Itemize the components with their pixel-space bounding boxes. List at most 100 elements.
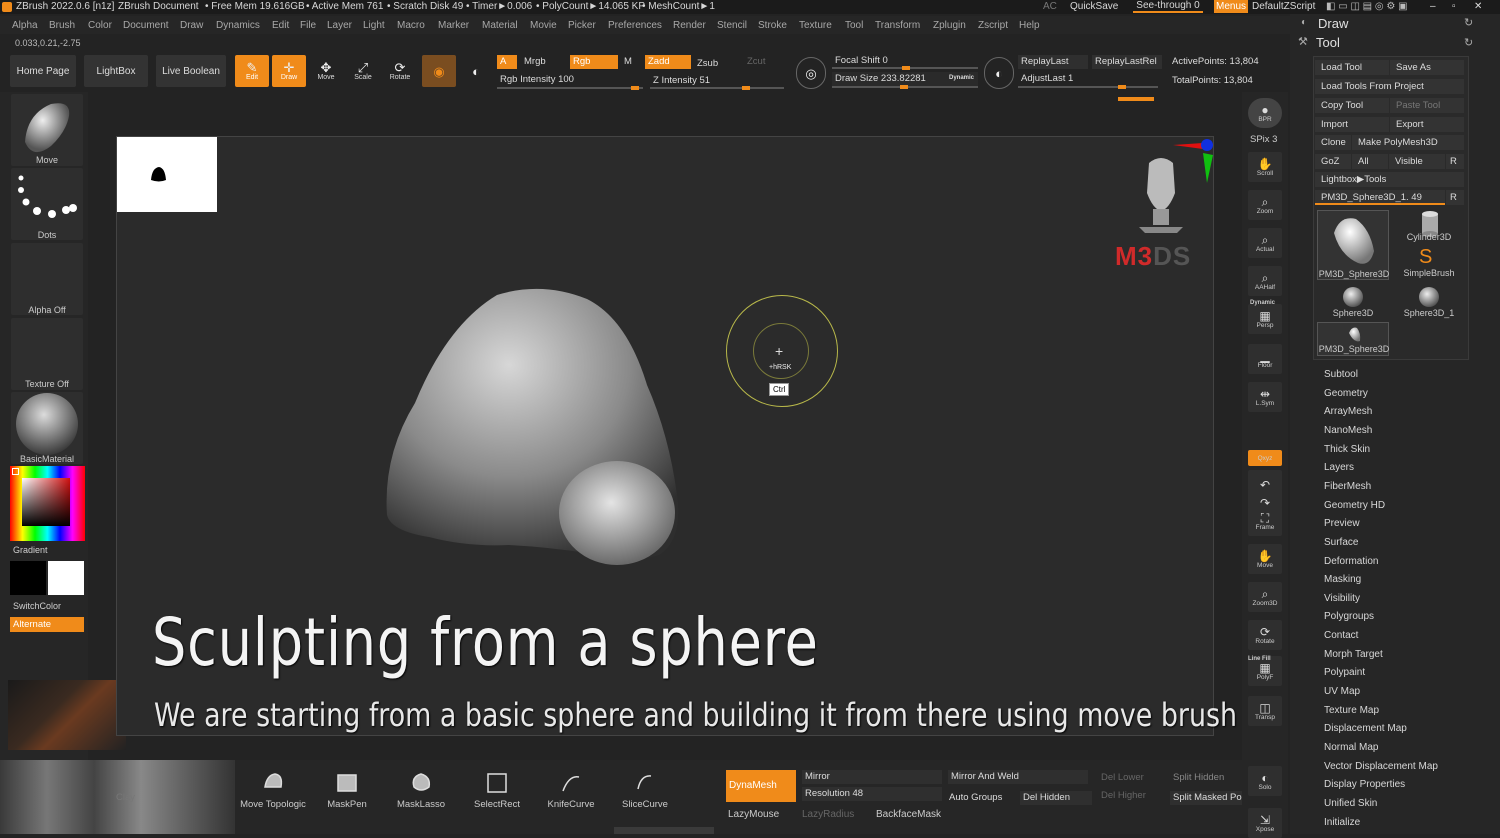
load-from-project-button[interactable]: Load Tools From Project bbox=[1315, 79, 1464, 94]
spix-slider[interactable]: SPix 3 bbox=[1250, 134, 1277, 145]
sphere-toggle-button[interactable]: ◐ bbox=[459, 55, 493, 87]
dynamic-toggle[interactable]: Dynamic bbox=[946, 71, 978, 85]
shelf-bpr[interactable]: ● BPR bbox=[1248, 98, 1282, 128]
menu-edit[interactable]: Edit bbox=[272, 20, 289, 31]
brush-masklasso[interactable]: MaskLasso bbox=[386, 766, 456, 810]
z-intensity-track[interactable] bbox=[650, 86, 784, 90]
see-through-slider[interactable]: See-through 0 bbox=[1133, 0, 1203, 13]
rgb-toggle[interactable]: Rgb bbox=[570, 55, 618, 69]
tool-menu-geometry-hd[interactable]: Geometry HD bbox=[1324, 500, 1385, 511]
dynamesh-button[interactable]: DynaMesh bbox=[726, 770, 796, 802]
shelf-transp[interactable]: ◫ Transp bbox=[1248, 696, 1282, 726]
tool-thumb-sphere3d[interactable]: Sphere3D bbox=[1317, 284, 1389, 318]
m-toggle[interactable]: M bbox=[621, 55, 641, 69]
brush-knifecurve[interactable]: KnifeCurve bbox=[536, 766, 606, 810]
draw-refresh-icon[interactable]: ↻ bbox=[1464, 16, 1473, 29]
tool-thumb-pm3d-sphere3d[interactable]: PM3D_Sphere3D bbox=[1317, 210, 1389, 280]
menu-alpha[interactable]: Alpha bbox=[12, 20, 38, 31]
menu-zscript[interactable]: Zscript bbox=[978, 20, 1008, 31]
bottom-scroll-handle[interactable] bbox=[614, 827, 714, 834]
menu-stroke[interactable]: Stroke bbox=[758, 20, 787, 31]
adjust-last-slider[interactable]: AdjustLast 1 bbox=[1018, 72, 1162, 86]
color-picker[interactable] bbox=[10, 466, 85, 541]
tool-menu-contact[interactable]: Contact bbox=[1324, 630, 1358, 641]
replay-icon[interactable]: ◐ bbox=[984, 57, 1014, 89]
primary-color-swatch[interactable] bbox=[10, 561, 46, 595]
resolution-slider[interactable]: Resolution 48 bbox=[802, 787, 942, 801]
load-tool-button[interactable]: Load Tool bbox=[1315, 60, 1389, 75]
brush-slicecurve[interactable]: SliceCurve bbox=[610, 766, 680, 810]
menu-brush[interactable]: Brush bbox=[49, 20, 75, 31]
tool-menu-subtool[interactable]: Subtool bbox=[1324, 369, 1358, 380]
draw-palette-header[interactable]: Draw bbox=[1318, 16, 1348, 31]
menu-help[interactable]: Help bbox=[1019, 20, 1040, 31]
menu-movie[interactable]: Movie bbox=[530, 20, 557, 31]
goz-r-button[interactable]: R bbox=[1446, 154, 1464, 169]
home-page-button[interactable]: Home Page bbox=[10, 55, 76, 87]
alternate-button[interactable]: Alternate bbox=[10, 617, 84, 632]
menu-dynamics[interactable]: Dynamics bbox=[216, 20, 260, 31]
layout-icons[interactable]: ◧ ▭ ◫ ▤ ◎ ⚙ ▣ bbox=[1326, 1, 1408, 12]
tool-menu-unified-skin[interactable]: Unified Skin bbox=[1324, 798, 1377, 809]
maximize-icon[interactable]: ▫ bbox=[1452, 1, 1456, 12]
menu-stencil[interactable]: Stencil bbox=[717, 20, 747, 31]
menu-tool[interactable]: Tool bbox=[845, 20, 863, 31]
line-fill-toggle[interactable]: Line Fill bbox=[1248, 656, 1271, 662]
current-tool-slider[interactable]: PM3D_Sphere3D_1. 49 bbox=[1315, 190, 1445, 205]
del-hidden-button[interactable]: Del Hidden bbox=[1020, 791, 1092, 805]
menu-file[interactable]: File bbox=[300, 20, 316, 31]
ac-button[interactable]: AC bbox=[1043, 1, 1057, 12]
split-hidden-button[interactable]: Split Hidden bbox=[1170, 771, 1240, 785]
mrgb-toggle[interactable]: Mrgb bbox=[521, 55, 565, 69]
auto-groups-button[interactable]: Auto Groups bbox=[946, 791, 1016, 805]
live-boolean-button[interactable]: Live Boolean bbox=[156, 55, 226, 87]
tool-thumb-sphere3d-1[interactable]: Sphere3D_1 bbox=[1393, 284, 1465, 318]
tool-menu-texture-map[interactable]: Texture Map bbox=[1324, 705, 1379, 716]
mirror-weld-button[interactable]: Mirror And Weld bbox=[948, 770, 1088, 784]
quicksave-button[interactable]: QuickSave bbox=[1070, 1, 1118, 12]
tool-menu-vector-displacement-map[interactable]: Vector Displacement Map bbox=[1324, 761, 1438, 772]
tool-menu-visibility[interactable]: Visibility bbox=[1324, 593, 1360, 604]
color-picker-cursor[interactable] bbox=[12, 468, 19, 475]
current-tool-r-button[interactable]: R bbox=[1446, 190, 1464, 205]
lightbox-tools-button[interactable]: Lightbox▶Tools bbox=[1315, 172, 1464, 187]
tool-menu-surface[interactable]: Surface bbox=[1324, 537, 1358, 548]
shelf-solo[interactable]: ◐ Solo bbox=[1248, 766, 1282, 796]
tool-menu-normal-map[interactable]: Normal Map bbox=[1324, 742, 1378, 753]
split-masked-button[interactable]: Split Masked Po bbox=[1170, 791, 1242, 805]
close-icon[interactable]: ✕ bbox=[1474, 1, 1482, 12]
adjust-last-track[interactable] bbox=[1018, 85, 1158, 89]
menu-light[interactable]: Light bbox=[363, 20, 385, 31]
material-swatch-button[interactable]: ◉ bbox=[422, 55, 456, 87]
dynamic-persp-toggle[interactable]: Dynamic bbox=[1250, 300, 1275, 306]
draw-button[interactable]: ✛ Draw bbox=[272, 55, 306, 87]
shelf-rotate[interactable]: ⟳ Rotate bbox=[1248, 620, 1282, 650]
make-polymesh-button[interactable]: Make PolyMesh3D bbox=[1352, 135, 1464, 150]
gradient-label[interactable]: Gradient bbox=[13, 545, 48, 555]
tool-menu-display-properties[interactable]: Display Properties bbox=[1324, 779, 1405, 790]
tool-menu-polypaint[interactable]: Polypaint bbox=[1324, 667, 1365, 678]
tool-thumb-pm3d-sphere3d-small[interactable]: PM3D_Sphere3D bbox=[1317, 322, 1389, 356]
replay-last-button[interactable]: ReplayLast bbox=[1018, 55, 1088, 69]
tool-menu-masking[interactable]: Masking bbox=[1324, 574, 1361, 585]
goz-all-button[interactable]: All bbox=[1352, 154, 1388, 169]
menu-document[interactable]: Document bbox=[123, 20, 169, 31]
backface-mask-button[interactable]: BackfaceMask bbox=[876, 809, 941, 820]
menu-transform[interactable]: Transform bbox=[875, 20, 920, 31]
brush-move-topologic[interactable]: Move Topologic bbox=[238, 766, 308, 810]
axis-gizmo-icon[interactable] bbox=[1169, 137, 1215, 183]
shelf-qxyz[interactable]: Qxyz bbox=[1248, 450, 1282, 466]
dragon-preview-thumbnail[interactable] bbox=[8, 680, 126, 750]
goz-button[interactable]: GoZ bbox=[1315, 154, 1351, 169]
tool-palette-header[interactable]: Tool bbox=[1316, 35, 1340, 50]
tool-menu-deformation[interactable]: Deformation bbox=[1324, 556, 1378, 567]
save-as-button[interactable]: Save As bbox=[1390, 60, 1464, 75]
draw-size-track[interactable] bbox=[832, 85, 978, 89]
lazyradius-slider[interactable]: LazyRadius bbox=[802, 809, 854, 820]
a-toggle[interactable]: A bbox=[497, 55, 517, 69]
zadd-toggle[interactable]: Zadd bbox=[645, 55, 691, 69]
z-intensity-slider[interactable]: Z Intensity 51 bbox=[650, 74, 784, 88]
shelf-persp[interactable]: ▦ Persp bbox=[1248, 304, 1282, 334]
menu-marker[interactable]: Marker bbox=[438, 20, 469, 31]
tool-menu-nanomesh[interactable]: NanoMesh bbox=[1324, 425, 1372, 436]
